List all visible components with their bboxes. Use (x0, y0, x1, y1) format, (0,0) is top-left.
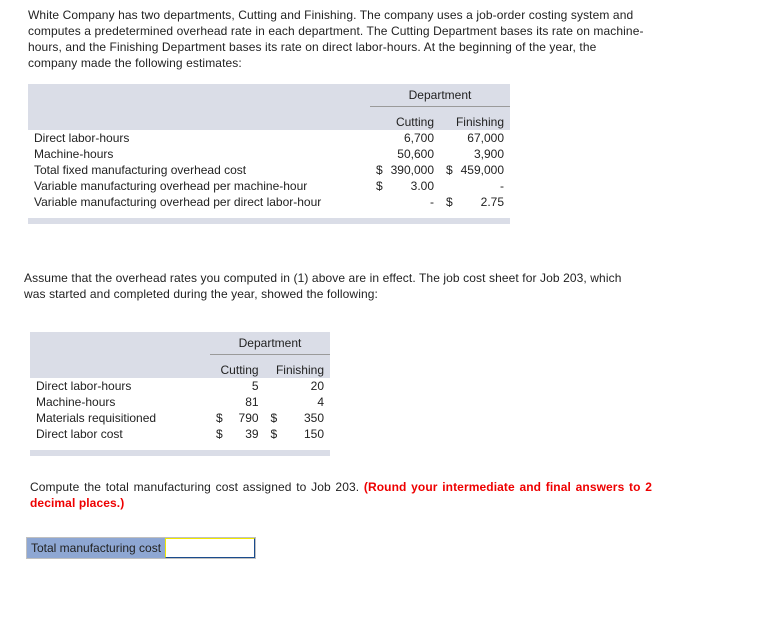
table-row: Direct labor-hours 5 20 (30, 378, 330, 394)
row-label: Direct labor cost (30, 426, 210, 442)
row-label: Variable manufacturing overhead per dire… (28, 194, 370, 210)
finishing-value: 67,000 (440, 130, 510, 146)
finishing-value: $350 (264, 410, 330, 426)
estimates-table: Department Cutting Finishing Direct labo… (28, 84, 510, 224)
table-row: Machine-hours 50,600 3,900 (28, 146, 510, 162)
row-label: Direct labor-hours (30, 378, 210, 394)
table-row: Machine-hours 81 4 (30, 394, 330, 410)
cutting-value: 50,600 (370, 146, 440, 162)
cutting-value: $390,000 (370, 162, 440, 178)
cutting-value: 6,700 (370, 130, 440, 146)
finishing-value: 20 (264, 378, 330, 394)
department-header: Department (370, 84, 510, 107)
finishing-value: $2.75 (440, 194, 510, 210)
finishing-value: 3,900 (440, 146, 510, 162)
table-footer-bar (30, 450, 330, 456)
column-header-row: Cutting Finishing (30, 354, 330, 378)
table-row: Direct labor-hours 6,700 67,000 (28, 130, 510, 146)
compute-paragraph: Compute the total manufacturing cost ass… (30, 479, 652, 511)
table-row: Variable manufacturing overhead per dire… (28, 194, 510, 210)
finishing-value: - (440, 178, 510, 194)
assume-paragraph: Assume that the overhead rates you compu… (24, 271, 622, 301)
cutting-value: $3.00 (370, 178, 440, 194)
row-label: Direct labor-hours (28, 130, 370, 146)
answer-row: Total manufacturing cost (26, 537, 257, 559)
department-header: Department (210, 332, 330, 355)
col-header-finishing: Finishing (264, 354, 330, 378)
cutting-value: $39 (210, 426, 265, 442)
table-row: Variable manufacturing overhead per mach… (28, 178, 510, 194)
total-manufacturing-cost-input[interactable] (165, 538, 256, 558)
row-label: Machine-hours (30, 394, 210, 410)
row-label: Materials requisitioned (30, 410, 210, 426)
total-manufacturing-cost-label: Total manufacturing cost (27, 538, 166, 558)
row-label: Machine-hours (28, 146, 370, 162)
cutting-value: - (370, 194, 440, 210)
row-label: Variable manufacturing overhead per mach… (28, 178, 370, 194)
compute-text: Compute the total manufacturing cost ass… (30, 480, 360, 494)
table-row: Materials requisitioned $790 $350 (30, 410, 330, 426)
finishing-value: $459,000 (440, 162, 510, 178)
table-header-row: Department (30, 332, 330, 355)
intro-paragraph: White Company has two departments, Cutti… (28, 8, 644, 70)
table-header-row: Department (28, 84, 510, 107)
table-row: Total fixed manufacturing overhead cost … (28, 162, 510, 178)
cutting-value: $790 (210, 410, 265, 426)
job-cost-table: Department Cutting Finishing Direct labo… (30, 332, 330, 456)
col-header-cutting: Cutting (370, 106, 440, 130)
col-header-finishing: Finishing (440, 106, 510, 130)
cutting-value: 5 (210, 378, 265, 394)
column-header-row: Cutting Finishing (28, 106, 510, 130)
finishing-value: $150 (264, 426, 330, 442)
cutting-value: 81 (210, 394, 265, 410)
col-header-cutting: Cutting (210, 354, 265, 378)
row-label: Total fixed manufacturing overhead cost (28, 162, 370, 178)
table-row: Direct labor cost $39 $150 (30, 426, 330, 442)
table-footer-bar (28, 218, 510, 224)
finishing-value: 4 (264, 394, 330, 410)
